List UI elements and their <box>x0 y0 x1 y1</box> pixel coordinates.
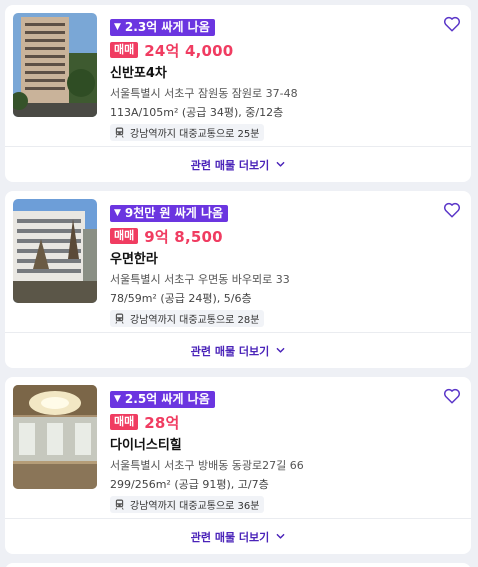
listing-spec: 299/256m² (공급 91평), 고/7층 <box>110 478 269 491</box>
train-icon <box>115 127 124 138</box>
price: 24억 4,000 <box>144 41 234 60</box>
listing-address: 서울특별시 서초구 우면동 바우뫼로 33 <box>110 273 290 286</box>
more-listings-button[interactable]: 관련 매물 더보기 <box>5 333 471 368</box>
deal-type-tag: 매매 <box>110 42 139 58</box>
transit-label: 강남역까지 대중교통으로 36분 <box>130 501 260 512</box>
listing-card[interactable]: ▼ 9천만 원 싸게 나옴 매매 9억 8,500 우면한라 서울특별시 서초구… <box>5 191 471 368</box>
discount-label: 2.5억 싸게 나옴 <box>124 392 210 406</box>
discount-badge: ▼ 2.3억 싸게 나옴 <box>110 19 215 36</box>
price: 9억 8,500 <box>144 227 223 246</box>
heart-icon[interactable] <box>443 387 461 405</box>
discount-badge: ▼ 2.5억 싸게 나옴 <box>110 391 215 408</box>
down-arrow-icon: ▼ <box>114 22 121 32</box>
chevron-down-icon <box>276 533 285 539</box>
chevron-down-icon <box>276 347 285 353</box>
more-listings-label: 관련 매물 더보기 <box>190 158 270 172</box>
more-listings-label: 관련 매물 더보기 <box>190 344 270 358</box>
transit-label: 강남역까지 대중교통으로 25분 <box>130 129 260 140</box>
listing-spec: 113A/105m² (공급 34평), 중/12층 <box>110 106 284 119</box>
more-listings-button[interactable]: 관련 매물 더보기 <box>5 519 471 554</box>
listing-name[interactable]: 신반포4차 <box>110 65 431 83</box>
listing-card[interactable]: ▼ 2.3억 싸게 나옴 매매 24억 4,000 신반포4차 서울특별시 서초… <box>5 5 471 182</box>
chevron-down-icon <box>276 161 285 167</box>
transit-info: 강남역까지 대중교통으로 25분 <box>110 124 265 141</box>
discount-badge: ▼ 9천만 원 싸게 나옴 <box>110 205 229 222</box>
discount-label: 2.3억 싸게 나옴 <box>124 20 210 34</box>
more-listings-label: 관련 매물 더보기 <box>190 530 270 544</box>
deal-type-tag: 매매 <box>110 228 139 244</box>
price: 28억 <box>144 413 180 432</box>
train-icon <box>115 313 124 324</box>
more-listings-button[interactable]: 관련 매물 더보기 <box>5 147 471 182</box>
deal-type-tag: 매매 <box>110 414 139 430</box>
listing-address: 서울특별시 서초구 잠원동 잠원로 37-48 <box>110 87 298 100</box>
next-listing-card-edge <box>5 563 471 567</box>
listing-address: 서울특별시 서초구 방배동 동광로27길 66 <box>110 459 304 472</box>
transit-info: 강남역까지 대중교통으로 28분 <box>110 310 265 327</box>
train-icon <box>115 499 124 510</box>
listing-name[interactable]: 다이너스티힐 <box>110 437 431 455</box>
listing-thumbnail[interactable] <box>13 385 97 489</box>
down-arrow-icon: ▼ <box>114 208 121 218</box>
transit-info: 강남역까지 대중교통으로 36분 <box>110 496 265 513</box>
listing-thumbnail[interactable] <box>13 13 97 117</box>
transit-label: 강남역까지 대중교통으로 28분 <box>130 315 260 326</box>
heart-icon[interactable] <box>443 15 461 33</box>
discount-label: 9천만 원 싸게 나옴 <box>124 206 224 220</box>
heart-icon[interactable] <box>443 201 461 219</box>
down-arrow-icon: ▼ <box>114 394 121 404</box>
listing-thumbnail[interactable] <box>13 199 97 303</box>
listing-spec: 78/59m² (공급 24평), 5/6층 <box>110 292 252 305</box>
listing-card[interactable]: ▼ 2.5억 싸게 나옴 매매 28억 다이너스티힐 서울특별시 서초구 방배동… <box>5 377 471 554</box>
listing-name[interactable]: 우면한라 <box>110 251 431 269</box>
